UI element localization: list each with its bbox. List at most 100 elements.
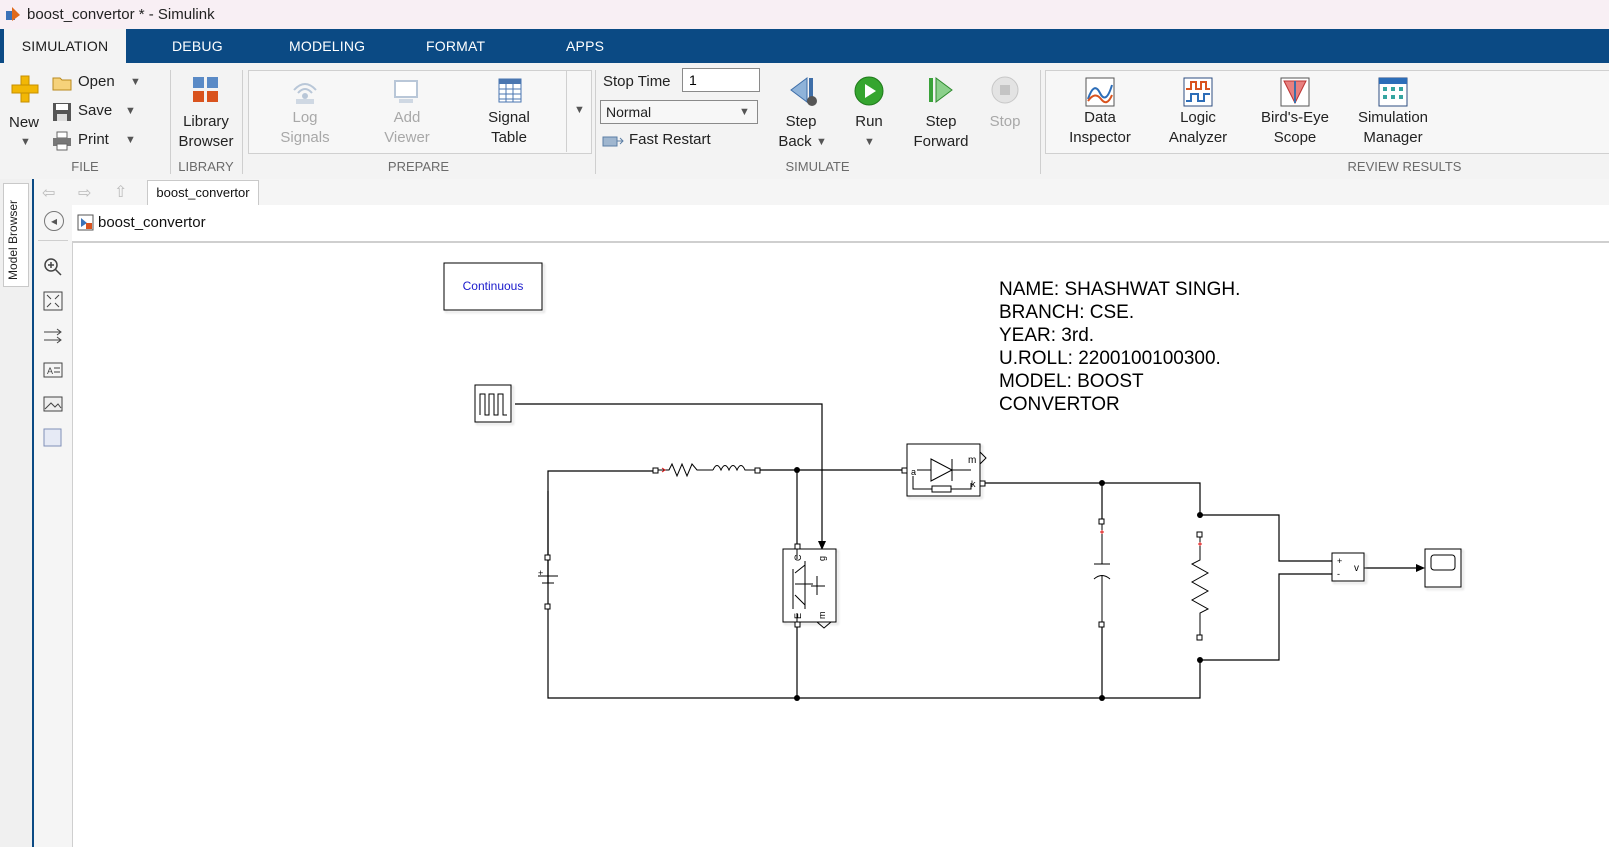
model-canvas[interactable]: Continuous + a m k C g E m + - v NAME: S…	[73, 243, 1609, 847]
open-label: Open	[78, 73, 115, 90]
wire-pulse-to-gate	[515, 403, 823, 543]
capacitor-block[interactable]	[1093, 518, 1111, 628]
svg-text:A: A	[47, 366, 53, 376]
simulation-manager-label-2: Manager	[1363, 129, 1423, 146]
new-button[interactable]: New ▼	[4, 70, 44, 160]
birds-eye-scope-button[interactable]: Bird's-Eye Scope	[1258, 76, 1332, 150]
divider	[38, 240, 68, 241]
up-arrow-icon[interactable]: ⇧	[114, 182, 127, 202]
data-inspector-label-2: Inspector	[1069, 129, 1131, 146]
signal-table-label-2: Table	[491, 129, 527, 146]
vm-minus: -	[1337, 569, 1340, 579]
fit-to-view-icon[interactable]	[43, 291, 63, 311]
logic-analyzer-icon	[1183, 77, 1213, 107]
run-play-icon	[854, 76, 884, 106]
print-label: Print	[78, 131, 109, 148]
fast-restart-label: Fast Restart	[629, 131, 711, 148]
window-title: boost_convertor * - Simulink	[27, 6, 215, 23]
model-browser-tab[interactable]: Model Browser	[3, 183, 29, 287]
stop-time-input[interactable]	[682, 68, 760, 92]
simulation-manager-button[interactable]: Simulation Manager	[1353, 76, 1433, 150]
birds-eye-label-1: Bird's-Eye	[1261, 109, 1329, 126]
diode-block[interactable]: a m k	[901, 443, 987, 497]
stop-icon	[991, 76, 1019, 104]
open-button[interactable]: Open ▼	[50, 72, 150, 94]
step-forward-label-2: Forward	[913, 133, 969, 150]
load-resistor-block[interactable]	[1190, 531, 1210, 641]
annotation-icon[interactable]: A	[43, 360, 63, 380]
breadcrumb: boost_convertor	[72, 205, 1609, 243]
hide-explorer-icon[interactable]: ◂	[44, 211, 64, 231]
pulse-generator-block[interactable]	[474, 384, 512, 423]
arrange-signals-icon[interactable]	[43, 326, 63, 346]
simulink-logo-icon	[6, 7, 20, 21]
powergui-block[interactable]: Continuous	[443, 262, 543, 311]
library-label-1: Library	[183, 113, 229, 130]
log-signals-button[interactable]: Log Signals	[275, 76, 335, 148]
logic-analyzer-button[interactable]: Logic Analyzer	[1163, 76, 1233, 150]
add-viewer-button[interactable]: Add Viewer	[377, 76, 437, 148]
section-prepare-label: PREPARE	[387, 159, 450, 174]
image-icon[interactable]	[43, 394, 63, 414]
title-bar: boost_convertor * - Simulink	[0, 0, 1609, 29]
tab-format[interactable]: FORMAT	[426, 29, 485, 63]
chevron-down-icon: ▼	[864, 136, 875, 148]
signal-table-icon	[498, 78, 522, 103]
toolstrip-tabs: SIMULATION DEBUG MODELING FORMAT APPS	[0, 29, 1609, 63]
add-viewer-icon	[394, 80, 418, 103]
series-rl-branch[interactable]	[652, 462, 761, 478]
tab-debug[interactable]: DEBUG	[172, 29, 223, 63]
run-label: Run	[855, 113, 883, 130]
fast-restart-toggle[interactable]: Fast Restart	[600, 130, 720, 152]
stop-button[interactable]: Stop	[983, 72, 1027, 154]
wire-diode-to-load	[984, 482, 1201, 518]
port-a-label: a	[911, 467, 916, 477]
forward-arrow-icon[interactable]: ⇨	[78, 183, 91, 203]
log-label-2: Signals	[280, 129, 330, 146]
log-signals-icon	[293, 83, 317, 104]
breadcrumb-model[interactable]: boost_convertor	[98, 214, 206, 231]
signal-table-label-1: Signal	[488, 109, 530, 126]
step-back-label-1: Step	[785, 113, 817, 130]
info-model-cont: CONVERTOR	[999, 394, 1120, 415]
divider	[1040, 70, 1041, 174]
step-forward-button[interactable]: Step Forward	[910, 72, 972, 154]
fast-restart-icon	[602, 136, 624, 147]
data-inspector-button[interactable]: Data Inspector	[1065, 76, 1135, 150]
back-arrow-icon[interactable]: ⇦	[42, 183, 55, 203]
save-button[interactable]: Save ▼	[50, 101, 150, 123]
step-back-button[interactable]: Step Back ▼	[775, 72, 827, 154]
run-button[interactable]: Run ▼	[845, 72, 893, 154]
port-g-label: g	[817, 556, 827, 561]
model-document-tab[interactable]: boost_convertor	[147, 180, 259, 205]
igbt-switch-block[interactable]: C g E m	[782, 543, 837, 629]
plus-sign: +	[538, 568, 543, 578]
port-k-label: k	[971, 479, 976, 489]
scope-block[interactable]	[1424, 548, 1462, 588]
vm-label: v	[1354, 563, 1359, 574]
signal-table-button[interactable]: Signal Table	[479, 76, 539, 148]
gallery-expand-button[interactable]: ▼	[566, 70, 591, 152]
chevron-down-icon: ▼	[816, 136, 827, 148]
area-icon[interactable]	[43, 428, 63, 448]
simulation-mode-select[interactable]: Normal ▼	[600, 100, 758, 124]
zoom-in-icon[interactable]	[43, 257, 63, 277]
wire-left-to-resistor	[547, 470, 658, 583]
block-diagram: Continuous + a m k C g E m + - v	[443, 262, 1462, 701]
chevron-down-icon: ▼	[20, 136, 31, 148]
tab-modeling[interactable]: MODELING	[289, 29, 365, 63]
log-label-1: Log	[292, 109, 318, 126]
arrowhead	[1416, 564, 1425, 572]
logic-analyzer-label-2: Analyzer	[1168, 129, 1228, 146]
info-year: YEAR: 3rd.	[999, 325, 1095, 346]
tab-apps[interactable]: APPS	[566, 29, 604, 63]
port-e-label: E	[793, 613, 803, 619]
tab-simulation[interactable]: SIMULATION	[4, 29, 126, 63]
port-c-label: C	[793, 554, 803, 561]
voltage-measurement-block[interactable]: + - v	[1331, 552, 1365, 582]
step-back-icon	[790, 77, 817, 106]
author-info-annotation[interactable]: NAME: SHASHWAT SINGH. BRANCH: CSE. YEAR:…	[999, 278, 1240, 416]
model-icon	[77, 214, 94, 231]
print-button[interactable]: Print ▼	[50, 130, 150, 152]
library-browser-button[interactable]: Library Browser	[176, 72, 236, 152]
